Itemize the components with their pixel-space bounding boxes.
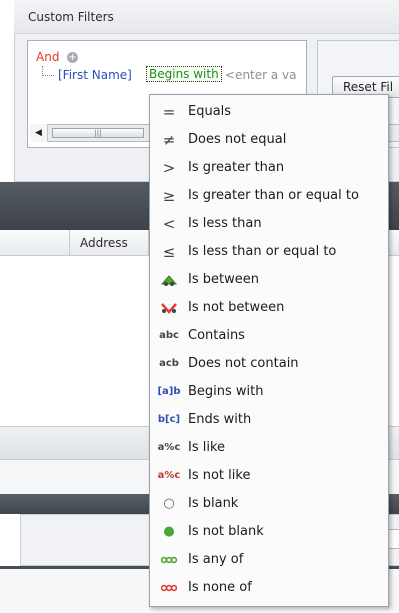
menu-item-greater-or-equal[interactable]: ≥ Is greater than or equal to bbox=[150, 182, 388, 209]
menu-item-equals[interactable]: = Equals bbox=[150, 98, 388, 125]
menu-item-label: Does not contain bbox=[188, 356, 299, 371]
ends-with-icon: b[c] bbox=[157, 414, 181, 425]
menu-item-greater-than[interactable]: > Is greater than bbox=[150, 154, 388, 181]
not-blank-icon: ● bbox=[163, 524, 175, 539]
not-like-icon: a%c bbox=[157, 470, 181, 481]
menu-item-begins-with[interactable]: [a]b Begins with bbox=[150, 378, 388, 405]
menu-item-label: Is none of bbox=[188, 580, 252, 595]
menu-item-none-of[interactable]: Is none of bbox=[150, 574, 388, 601]
group-operator[interactable]: And bbox=[36, 50, 59, 64]
menu-item-label: Equals bbox=[188, 104, 232, 119]
not-contains-icon: acb bbox=[159, 358, 179, 369]
operator-dropdown-menu: = Equals ≠ Does not equal > Is greater t… bbox=[149, 94, 389, 607]
menu-item-less-or-equal[interactable]: ≤ Is less than or equal to bbox=[150, 238, 388, 265]
menu-item-label: Is greater than bbox=[188, 160, 285, 175]
menu-item-label: Is any of bbox=[188, 552, 244, 567]
scroll-thumb[interactable]: ||| bbox=[52, 128, 144, 138]
menu-item-label: Is not blank bbox=[188, 524, 264, 539]
menu-item-less-than[interactable]: < Is less than bbox=[150, 210, 388, 237]
none-of-icon bbox=[150, 584, 188, 592]
between-icon bbox=[150, 274, 188, 286]
tree-connector bbox=[42, 66, 54, 76]
begins-with-icon: [a]b bbox=[157, 386, 181, 397]
panel-title: Custom Filters bbox=[28, 10, 114, 24]
equals-icon: = bbox=[162, 102, 176, 121]
contains-icon: abc bbox=[159, 330, 179, 341]
any-of-icon bbox=[150, 556, 188, 564]
menu-item-not-between[interactable]: Is not between bbox=[150, 294, 388, 321]
menu-item-like[interactable]: a%c Is like bbox=[150, 434, 388, 461]
menu-item-label: Does not equal bbox=[188, 132, 287, 147]
scroll-left-arrow-icon[interactable]: ◀ bbox=[30, 124, 48, 142]
column-separator[interactable] bbox=[69, 230, 70, 256]
menu-item-label: Is greater than or equal to bbox=[188, 188, 359, 203]
condition-field[interactable]: [First Name] bbox=[58, 68, 132, 82]
menu-item-contains[interactable]: abc Contains bbox=[150, 322, 388, 349]
condition-value[interactable]: <enter a va bbox=[225, 68, 297, 82]
less-or-equal-icon: ≤ bbox=[162, 242, 176, 261]
like-icon: a%c bbox=[157, 442, 181, 453]
menu-item-not-like[interactable]: a%c Is not like bbox=[150, 462, 388, 489]
menu-item-blank[interactable]: ○ Is blank bbox=[150, 490, 388, 517]
condition-operator[interactable]: Begins with bbox=[146, 66, 222, 82]
menu-item-not-blank[interactable]: ● Is not blank bbox=[150, 518, 388, 545]
menu-item-label: Is not like bbox=[188, 468, 251, 483]
menu-item-does-not-contain[interactable]: acb Does not contain bbox=[150, 350, 388, 377]
add-condition-icon[interactable]: + bbox=[67, 52, 78, 63]
greater-than-icon: > bbox=[162, 158, 176, 177]
menu-item-label: Begins with bbox=[188, 384, 264, 399]
not-between-icon bbox=[150, 302, 188, 314]
menu-item-label: Is less than bbox=[188, 216, 262, 231]
menu-item-label: Contains bbox=[188, 328, 245, 343]
blank-icon: ○ bbox=[163, 496, 175, 511]
menu-item-label: Ends with bbox=[188, 412, 252, 427]
menu-item-label: Is blank bbox=[188, 496, 239, 511]
menu-item-label: Is like bbox=[188, 440, 226, 455]
menu-item-any-of[interactable]: Is any of bbox=[150, 546, 388, 573]
menu-item-does-not-equal[interactable]: ≠ Does not equal bbox=[150, 126, 388, 153]
menu-item-between[interactable]: Is between bbox=[150, 266, 388, 293]
menu-item-label: Is not between bbox=[188, 300, 285, 315]
menu-item-label: Is between bbox=[188, 272, 259, 287]
menu-item-label: Is less than or equal to bbox=[188, 244, 337, 259]
greater-or-equal-icon: ≥ bbox=[162, 186, 176, 205]
not-equal-icon: ≠ bbox=[162, 130, 176, 149]
less-than-icon: < bbox=[162, 214, 176, 233]
column-header-address[interactable]: Address bbox=[80, 236, 128, 250]
menu-item-ends-with[interactable]: b[c] Ends with bbox=[150, 406, 388, 433]
